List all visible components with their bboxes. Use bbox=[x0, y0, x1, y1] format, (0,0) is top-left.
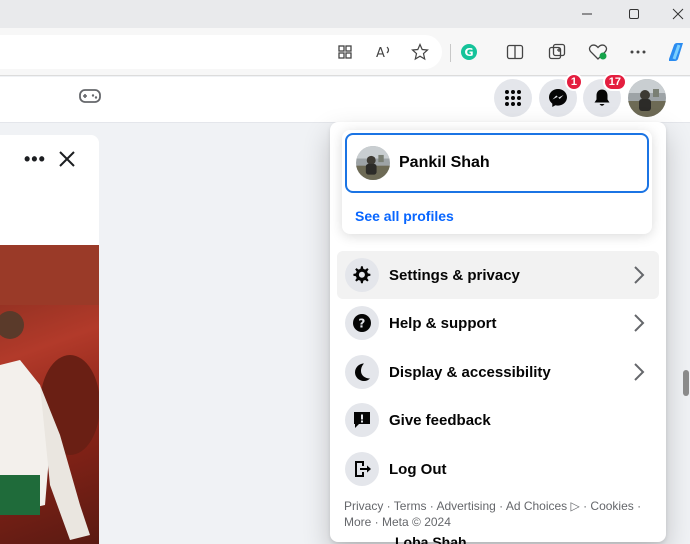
menu-item-display-accessibility[interactable]: Display & accessibility bbox=[337, 348, 659, 396]
menu-grid-button[interactable] bbox=[494, 79, 532, 117]
menu-item-label: Settings & privacy bbox=[389, 266, 520, 284]
facebook-header: 1 17 bbox=[0, 73, 690, 123]
menu-item-label: Help & support bbox=[389, 314, 497, 332]
maximize-icon bbox=[629, 9, 639, 19]
bell-icon bbox=[594, 89, 610, 106]
svg-text:G: G bbox=[465, 46, 474, 59]
dots-grid-icon bbox=[505, 90, 521, 106]
close-icon[interactable] bbox=[57, 149, 77, 169]
current-profile[interactable]: Pankil Shah bbox=[345, 133, 649, 193]
post-card: ••• bbox=[0, 135, 99, 544]
gear-icon bbox=[345, 258, 379, 292]
browser-titlebar bbox=[0, 0, 690, 28]
account-avatar-button[interactable] bbox=[628, 79, 666, 117]
minimize-button[interactable] bbox=[565, 0, 609, 28]
post-photo[interactable] bbox=[0, 245, 99, 544]
minimize-icon bbox=[582, 13, 592, 15]
footer-links-line2[interactable]: More · Meta © 2024 bbox=[344, 514, 654, 530]
profile-avatar bbox=[356, 146, 390, 180]
notifications-badge: 17 bbox=[602, 73, 627, 91]
chevron-right-icon bbox=[634, 314, 645, 332]
profile-card: Pankil Shah See all profiles bbox=[342, 130, 652, 234]
notifications-button[interactable]: 17 bbox=[583, 73, 627, 117]
feedback-icon bbox=[345, 403, 379, 437]
close-icon bbox=[672, 8, 684, 20]
maximize-button[interactable] bbox=[612, 0, 656, 28]
read-aloud-icon[interactable]: A bbox=[372, 40, 396, 64]
favorite-star-icon[interactable] bbox=[408, 40, 432, 64]
menu-item-help-support[interactable]: ? Help & support bbox=[337, 299, 659, 347]
app-grid-icon[interactable] bbox=[333, 40, 357, 64]
menu-footer: Privacy · Terms · Advertising · Ad Choic… bbox=[344, 498, 654, 530]
profile-name: Pankil Shah bbox=[399, 154, 490, 171]
messenger-icon bbox=[549, 89, 567, 107]
copilot-icon[interactable] bbox=[664, 40, 688, 64]
logout-icon bbox=[345, 452, 379, 486]
menu-item-label: Give feedback bbox=[389, 411, 491, 429]
svg-text:?: ? bbox=[358, 317, 365, 331]
account-menu: Pankil Shah See all profiles Settings & … bbox=[330, 122, 666, 542]
moon-icon bbox=[345, 355, 379, 389]
question-icon: ? bbox=[345, 306, 379, 340]
svg-text:A: A bbox=[376, 46, 385, 60]
footer-links-line1[interactable]: Privacy · Terms · Advertising · Ad Choic… bbox=[344, 498, 654, 514]
see-all-profiles-link[interactable]: See all profiles bbox=[355, 208, 454, 224]
menu-item-give-feedback[interactable]: Give feedback bbox=[337, 396, 659, 444]
toolbar-divider bbox=[450, 44, 451, 62]
gaming-icon[interactable] bbox=[78, 86, 102, 106]
close-window-button[interactable] bbox=[656, 0, 690, 28]
collections-icon[interactable] bbox=[545, 40, 569, 64]
more-options-icon[interactable] bbox=[626, 40, 650, 64]
menu-item-label: Log Out bbox=[389, 460, 447, 478]
menu-item-log-out[interactable]: Log Out bbox=[337, 445, 659, 493]
chevron-right-icon bbox=[634, 363, 645, 381]
browser-toolbar: A G bbox=[0, 28, 690, 76]
browser-essentials-icon[interactable] bbox=[586, 40, 610, 64]
contact-name-partial: Loba Shah bbox=[395, 534, 467, 544]
post-image bbox=[0, 245, 99, 540]
more-options-icon[interactable]: ••• bbox=[24, 149, 46, 170]
grammarly-icon[interactable]: G bbox=[457, 40, 481, 64]
page-scrollbar-thumb[interactable] bbox=[683, 370, 689, 396]
avatar-image bbox=[628, 79, 666, 117]
messenger-button[interactable]: 1 bbox=[539, 73, 583, 117]
menu-item-settings-privacy[interactable]: Settings & privacy bbox=[337, 251, 659, 299]
menu-item-label: Display & accessibility bbox=[389, 363, 551, 381]
split-screen-icon[interactable] bbox=[503, 40, 527, 64]
messenger-badge: 1 bbox=[564, 73, 583, 91]
chevron-right-icon bbox=[634, 266, 645, 284]
